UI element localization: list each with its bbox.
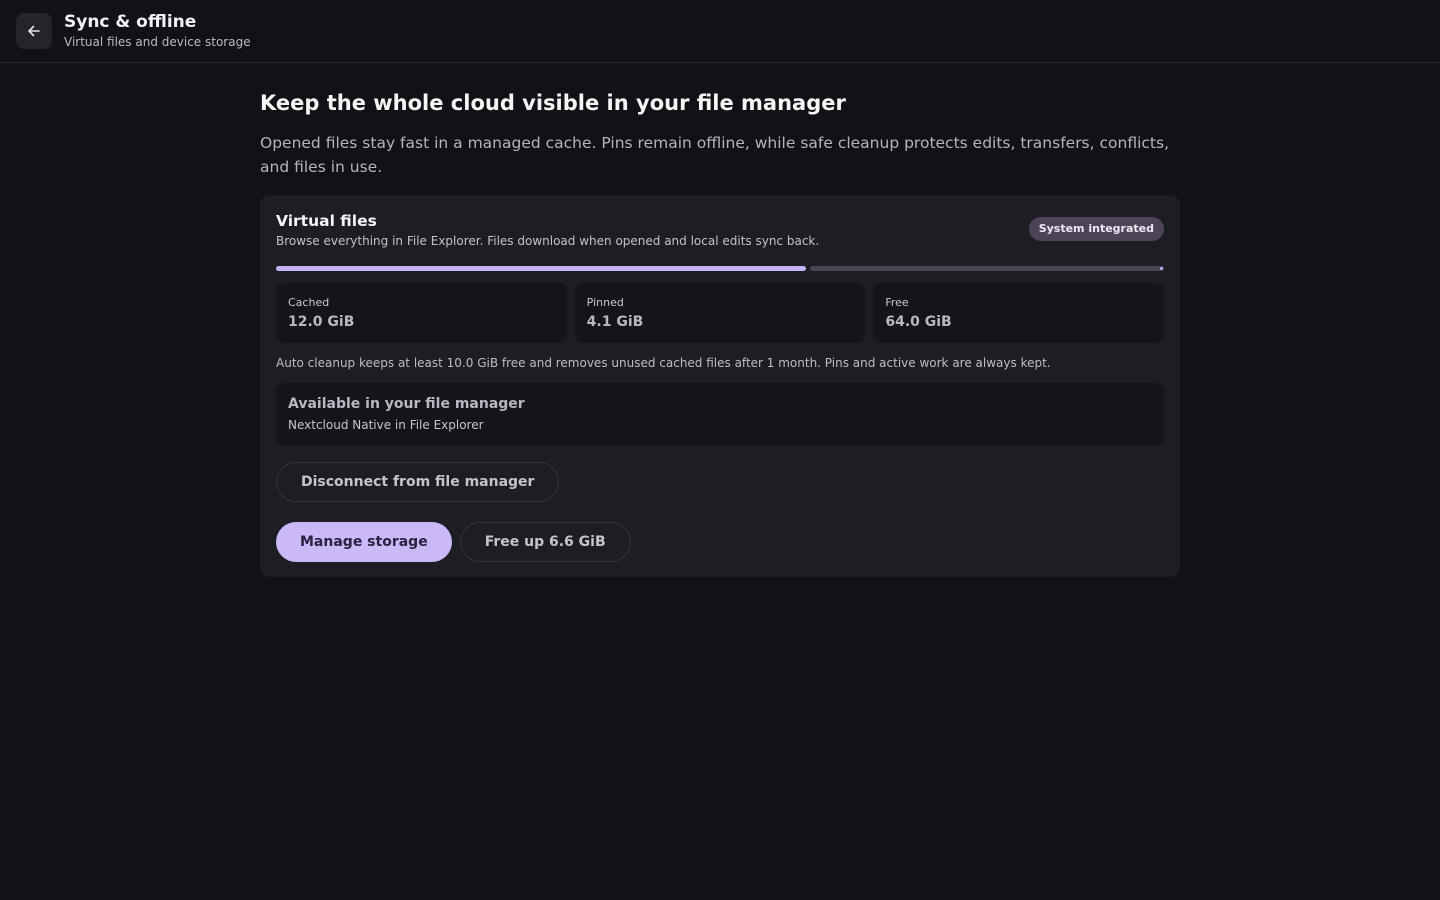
app-header: Sync & offline Virtual files and device … bbox=[0, 0, 1440, 63]
availability-panel: Available in your file manager Nextcloud… bbox=[276, 383, 1164, 446]
status-badge: System integrated bbox=[1028, 217, 1164, 241]
availability-title: Available in your file manager bbox=[288, 396, 525, 412]
usage-bar-cached bbox=[276, 266, 806, 271]
stat-label: Pinned bbox=[586, 296, 624, 309]
back-button[interactable] bbox=[16, 13, 52, 49]
header-subtitle: Virtual files and device storage bbox=[64, 35, 251, 49]
main-content: Keep the whole cloud visible in your fil… bbox=[260, 63, 1180, 577]
stat-cached: Cached 12.0 GiB bbox=[276, 283, 567, 343]
stat-label: Cached bbox=[288, 296, 330, 309]
availability-subtitle: Nextcloud Native in File Explorer bbox=[288, 418, 484, 432]
cleanup-note: Auto cleanup keeps at least 10.0 GiB fre… bbox=[276, 356, 1051, 370]
storage-stats: Cached 12.0 GiB Pinned 4.1 GiB Free 64.0… bbox=[276, 283, 1165, 343]
free-up-button[interactable]: Free up 6.6 GiB bbox=[459, 522, 631, 562]
card-subtitle: Browse everything in File Explorer. File… bbox=[276, 234, 820, 248]
stat-value: 64.0 GiB bbox=[885, 314, 952, 330]
virtual-files-card: Virtual files Browse everything in File … bbox=[260, 195, 1180, 577]
stat-pinned: Pinned 4.1 GiB bbox=[574, 283, 866, 343]
usage-bar-remaining bbox=[810, 266, 1164, 271]
header-title: Sync & offline bbox=[64, 12, 197, 32]
usage-bar-marker bbox=[1160, 267, 1163, 270]
stat-value: 4.1 GiB bbox=[586, 314, 644, 330]
page-description: Opened files stay fast in a managed cach… bbox=[260, 134, 1169, 176]
page-title: Keep the whole cloud visible in your fil… bbox=[260, 91, 846, 115]
stat-value: 12.0 GiB bbox=[288, 314, 355, 330]
stat-label: Free bbox=[885, 296, 909, 309]
manage-storage-button[interactable]: Manage storage bbox=[276, 522, 452, 562]
storage-usage-bar bbox=[276, 266, 1164, 271]
arrow-left-icon bbox=[28, 25, 40, 37]
stat-free: Free 64.0 GiB bbox=[873, 283, 1165, 343]
disconnect-button[interactable]: Disconnect from file manager bbox=[276, 462, 560, 502]
card-title: Virtual files bbox=[276, 212, 377, 230]
